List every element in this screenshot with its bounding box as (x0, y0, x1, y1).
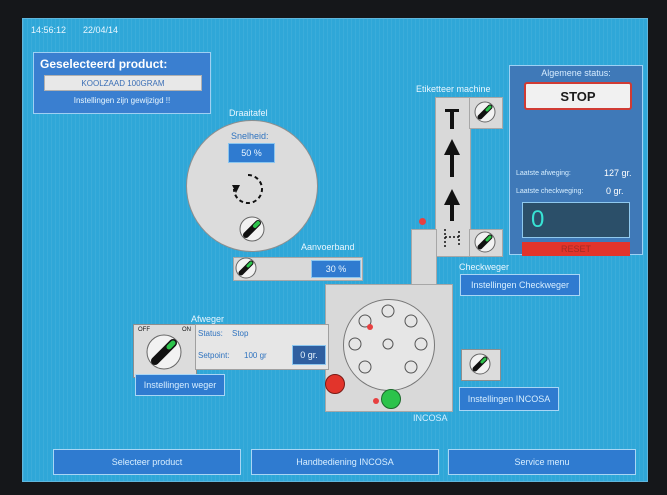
manual-incosa-button[interactable]: Handbediening INCOSA (251, 449, 439, 475)
incosa-sensor-1-icon (367, 324, 373, 330)
label-sensor-icon (444, 229, 460, 247)
etiketteer-switch[interactable] (472, 99, 500, 127)
etiketteer-lower-switch[interactable] (472, 229, 500, 257)
afweger-setpoint-label: Setpoint: (198, 351, 230, 360)
aanvoerband-title: Aanvoerband (301, 242, 355, 252)
draaitafel-title: Draaitafel (229, 108, 268, 118)
incosa-title: INCOSA (413, 413, 448, 423)
reset-button[interactable]: RESET (522, 242, 630, 256)
header-date: 22/04/14 (83, 25, 119, 35)
afweger-info-panel: Status: Stop Setpoint: 100 gr 0 gr. (195, 324, 329, 370)
last-weigh-label: Laatste afweging: (516, 170, 571, 177)
afweger-weight-value: 0 gr. (292, 345, 326, 365)
product-name: KOOLZAAD 100GRAM (44, 75, 202, 91)
last-check-value: 0 gr. (606, 186, 624, 196)
incosa-red-indicator (325, 374, 345, 394)
status-title: Algemene status: (541, 68, 611, 78)
counter-display: 0 (522, 202, 630, 238)
header-time: 14:56:12 (31, 25, 67, 35)
incosa-sensor-2-icon (373, 398, 379, 404)
product-title: Geselecteerd product: (40, 57, 168, 71)
stop-button[interactable]: STOP (524, 82, 632, 110)
afweger-title: Afweger (191, 314, 225, 324)
sensor-led-icon (419, 218, 426, 225)
rotation-arrows-icon (232, 174, 263, 204)
product-panel: Geselecteerd product: KOOLZAAD 100GRAM I… (33, 52, 211, 114)
settings-warning: Instellingen zijn gewijzigd !! (73, 95, 171, 105)
last-check-label: Laatste checkweging: (516, 188, 584, 195)
etiketteer-title: Etiketteer machine (416, 84, 491, 94)
checkweger-title: Checkweger (459, 262, 510, 272)
draaitafel-speed-value[interactable]: 50 % (228, 143, 275, 163)
etiketteer-arrows-icon (444, 109, 460, 221)
hmi-screen: 14:56:12 22/04/14 Geselecteerd product: … (22, 18, 648, 482)
aanvoerband-value[interactable]: 30 % (311, 260, 361, 278)
status-panel: Algemene status: STOP Laatste afweging: … (509, 65, 643, 256)
service-menu-button[interactable]: Service menu (448, 449, 636, 475)
afweger-settings-button[interactable]: Instellingen weger (135, 374, 225, 396)
afweger-status-label: Status: (198, 329, 223, 338)
incosa-green-indicator (381, 389, 401, 409)
afweger-setpoint-value: 100 gr (244, 351, 267, 360)
incosa-holes-icon (348, 304, 428, 374)
draaitafel-switch[interactable] (237, 214, 265, 242)
incosa-settings-button[interactable]: Instellingen INCOSA (459, 387, 559, 411)
select-product-button[interactable]: Selecteer product (53, 449, 241, 475)
last-weigh-value: 127 gr. (604, 168, 632, 178)
draaitafel-speed-label: Snelheid: (231, 131, 269, 141)
afweger-switch[interactable] (143, 331, 185, 373)
incosa-switch[interactable] (467, 351, 495, 379)
aanvoerband-switch[interactable] (233, 255, 261, 283)
afweger-status-value: Stop (232, 329, 249, 338)
checkweger-settings-button[interactable]: Instellingen Checkweger (460, 274, 580, 296)
